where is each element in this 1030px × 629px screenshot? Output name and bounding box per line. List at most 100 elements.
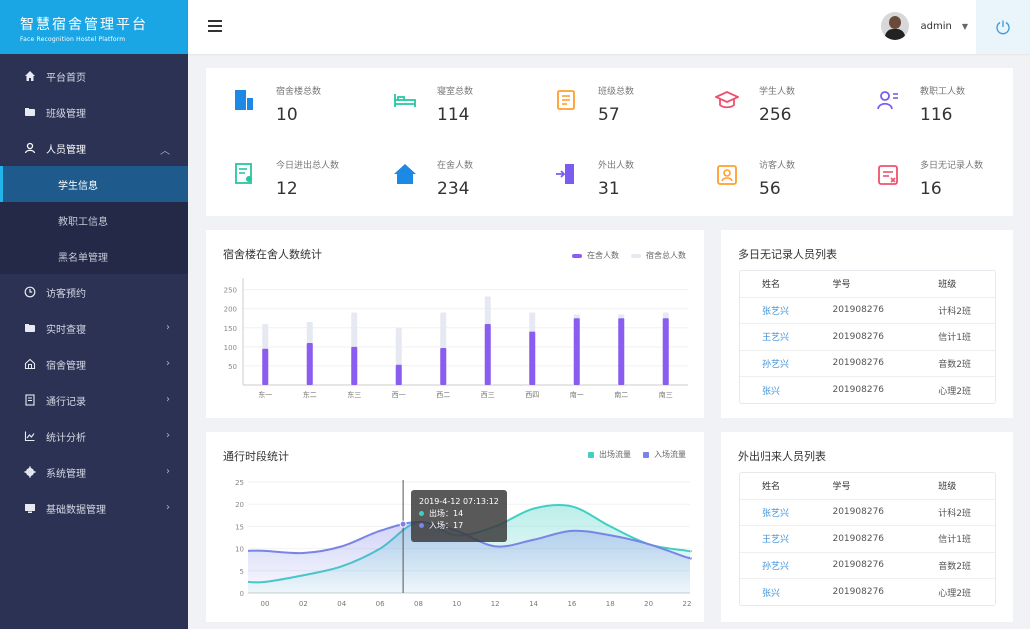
bar-in-dorm[interactable] <box>529 331 536 385</box>
building-icon <box>235 90 253 110</box>
bar-in-dorm[interactable] <box>573 318 580 385</box>
bar-in-dorm[interactable] <box>351 346 358 385</box>
sidebar-subitem-students[interactable]: 学生信息 <box>0 166 188 202</box>
sidebar-item-access-records[interactable]: 通行记录 › <box>0 382 188 418</box>
bed-icon <box>394 94 416 107</box>
chart-tooltip: 2019-4-12 07:13:12 出场：14 入场：17 <box>411 490 507 542</box>
sidebar-subitem-staff[interactable]: 教职工信息 <box>0 202 188 238</box>
chevron-right-icon: › <box>166 358 170 369</box>
stat-value: 56 <box>759 179 781 199</box>
student-id: 201908276 <box>832 587 885 597</box>
stat-label: 访客人数 <box>759 161 796 171</box>
person-name-link[interactable]: 张艺兴 <box>740 499 811 526</box>
x-tick-label: 10 <box>452 600 461 608</box>
stat-classes[interactable]: 班级总数 57 <box>528 68 688 128</box>
stat-in-dorm[interactable]: 在舍人数 234 <box>367 142 527 202</box>
x-tick-label: 南二 <box>614 390 628 399</box>
home-icon <box>24 70 36 82</box>
bar-in-dorm[interactable] <box>484 323 491 385</box>
book-icon <box>557 90 575 110</box>
sidebar-item-dorms[interactable]: 宿舍管理 › <box>0 346 188 382</box>
sidebar-subitem-blacklist[interactable]: 黑名单管理 <box>0 238 188 274</box>
gear-icon <box>24 466 36 478</box>
person-name-link[interactable]: 张兴 <box>740 377 810 404</box>
person-name-link[interactable]: 王艺兴 <box>740 323 811 351</box>
stat-label: 多日无记录人数 <box>920 161 984 171</box>
chevron-right-icon: › <box>166 502 170 513</box>
bar-in-dorm[interactable] <box>662 318 669 385</box>
line-chart-panel: 通行时段统计 出场流量 入场流量 0 5 10 15 20 25 00 02 04 06 08 10 1… <box>206 432 704 622</box>
person-name-link[interactable]: 张兴 <box>740 579 810 606</box>
column-header: 学号 <box>810 271 917 298</box>
sidebar-item-system[interactable]: 系统管理 › <box>0 454 188 490</box>
bar-in-dorm[interactable] <box>395 364 402 385</box>
stat-staff[interactable]: 教职工人数 116 <box>850 68 1010 128</box>
sidebar-item-label: 实时查寝 <box>46 324 86 336</box>
stat-today-traffic[interactable]: 今日进出总人数 12 <box>206 142 366 202</box>
person-name-link[interactable]: 孙艺兴 <box>740 552 811 579</box>
folder-icon <box>24 106 36 118</box>
caret-down-icon: ▼ <box>961 21 968 31</box>
returned-table: 姓名 学号 班级 张艺兴 201908276 计科2班 王艺兴 201908276 信计… <box>739 472 996 606</box>
stat-buildings[interactable]: 宿舍楼总数 10 <box>206 68 366 128</box>
y-tick-label: 0 <box>240 590 244 598</box>
bar-in-dorm[interactable] <box>440 347 447 385</box>
sidebar-item-basic-data[interactable]: 基础数据管理 › <box>0 490 188 526</box>
stat-label: 今日进出总人数 <box>276 161 340 171</box>
returned-panel: 外出归来人员列表 姓名 学号 班级 张艺兴 201908276 计科2班 王艺兴 20… <box>721 432 1013 622</box>
column-header: 班级 <box>916 271 995 298</box>
person-name-link[interactable]: 王艺兴 <box>740 525 811 553</box>
bar-in-dorm[interactable] <box>262 348 269 385</box>
bar-in-dorm[interactable] <box>618 318 625 385</box>
stat-value: 57 <box>598 105 620 125</box>
student-id: 201908276 <box>810 552 917 579</box>
sidebar-item-home[interactable]: 平台首页 <box>0 58 188 94</box>
stat-visitors[interactable]: 访客人数 56 <box>689 142 849 202</box>
sidebar-item-statistics[interactable]: 统计分析 › <box>0 418 188 454</box>
class-name: 音数2班 <box>916 552 995 579</box>
sidebar-item-visitors[interactable]: 访客预约 <box>0 274 188 310</box>
sidebar-item-classes[interactable]: 班级管理 <box>0 94 188 130</box>
menu-toggle-icon[interactable] <box>208 20 222 32</box>
stat-students[interactable]: 学生人数 256 <box>689 68 849 128</box>
x-tick-label: 东一 <box>258 390 272 399</box>
user-menu[interactable]: admin ▼ <box>880 12 968 40</box>
sidebar-subitem-label: 黑名单管理 <box>58 252 108 264</box>
x-tick-label: 西四 <box>525 391 539 399</box>
bar-chart-panel: 宿舍楼在舍人数统计 在舍人数 宿舍总人数 50 100 150 200 250 东一 东二东… <box>206 230 704 418</box>
student-id: 201908276 <box>810 323 917 351</box>
power-icon[interactable] <box>976 0 1030 54</box>
table-row: 张兴 201908276 心理2班 <box>740 579 995 606</box>
x-tick-label: 东二 <box>303 390 317 399</box>
no-record-table: 姓名 学号 班级 张艺兴 201908276 计科2班 王艺兴 201908276 信计… <box>739 270 996 404</box>
record-icon <box>24 394 36 406</box>
stat-out[interactable]: 外出人数 31 <box>528 142 688 202</box>
person-name-link[interactable]: 张艺兴 <box>740 297 811 324</box>
x-tick-label: 16 <box>567 600 576 608</box>
table-row: 孙艺兴 201908276 音数2班 <box>740 350 995 377</box>
bar-in-dorm[interactable] <box>306 343 313 385</box>
sidebar-item-label: 统计分析 <box>46 432 86 444</box>
chevron-right-icon: › <box>166 430 170 441</box>
student-id: 201908276 <box>810 525 917 553</box>
sidebar-item-label: 班级管理 <box>46 108 86 120</box>
stat-value: 116 <box>920 105 953 125</box>
sidebar-item-dorm-check[interactable]: 实时查寝 › <box>0 310 188 346</box>
brand-title: 智慧宿舍管理平台 <box>20 17 148 33</box>
sidebar-item-label: 宿舍管理 <box>46 360 86 372</box>
stat-value: 31 <box>598 179 620 199</box>
tooltip-line: 入场：17 <box>419 520 499 532</box>
stat-no-record[interactable]: 多日无记录人数 16 <box>850 142 1010 202</box>
x-tick-label: 06 <box>376 600 385 608</box>
person-name-link[interactable]: 孙艺兴 <box>740 350 811 377</box>
sidebar-item-label: 人员管理 <box>46 144 86 156</box>
folder-icon <box>24 322 36 334</box>
x-tick-label: 14 <box>529 600 538 608</box>
sidebar-item-personnel[interactable]: 人员管理 ︿ <box>0 130 188 166</box>
x-tick-label: 12 <box>491 600 500 608</box>
y-tick-label: 25 <box>235 479 244 487</box>
calendar-x-icon <box>878 165 898 185</box>
sidebar-subitem-label: 教职工信息 <box>58 216 108 228</box>
student-id: 201908276 <box>810 350 917 377</box>
stat-rooms[interactable]: 寝室总数 114 <box>367 68 527 128</box>
